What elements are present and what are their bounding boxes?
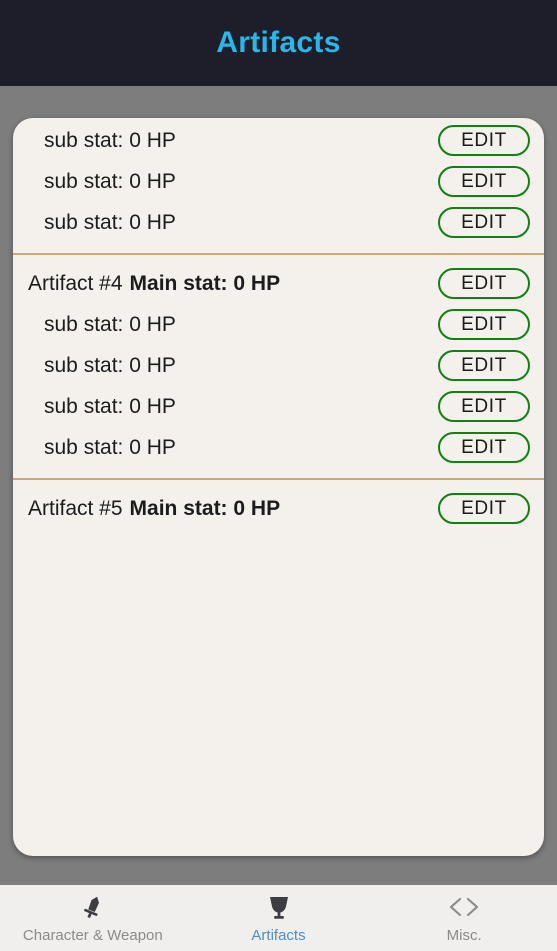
edit-button[interactable]: EDIT [438, 350, 530, 381]
artifacts-scroll-content[interactable]: Overall damage: 287 sub stat: 0 HP EDIT … [13, 118, 544, 529]
edit-button[interactable]: EDIT [438, 493, 530, 524]
code-brackets-icon [447, 893, 481, 921]
artifact-main-label: Artifact #4 Main stat: 0 HP [28, 272, 438, 296]
artifact-main-row: Artifact #5 Main stat: 0 HP EDIT [13, 488, 544, 529]
sub-stat-label: sub stat: 0 HP [44, 312, 176, 336]
edit-button[interactable]: EDIT [438, 268, 530, 299]
nav-item-artifacts[interactable]: Artifacts [186, 885, 372, 951]
sub-stat-label: sub stat: 0 HP [44, 210, 176, 234]
edit-button[interactable]: EDIT [438, 207, 530, 238]
sub-stat-label: sub stat: 0 HP [44, 435, 176, 459]
artifact-group: Artifact #3Main stat: 60% Ele/PhysDmg ED… [13, 118, 544, 243]
nav-item-character-weapon[interactable]: Character & Weapon [0, 885, 186, 951]
sub-stat-row: sub stat: 0 HP EDIT [13, 386, 544, 427]
artifact-group: Artifact #4 Main stat: 0 HP EDIT sub stat… [13, 253, 544, 468]
edit-button[interactable]: EDIT [438, 391, 530, 422]
sword-icon [79, 893, 107, 921]
nav-label: Artifacts [251, 926, 306, 944]
nav-label: Misc. [446, 926, 482, 944]
sub-stat-row: sub stat: 0 HP EDIT [13, 427, 544, 468]
sub-stat-label: sub stat: 0 HP [44, 394, 176, 418]
artifacts-card: Overall damage: 287 sub stat: 0 HP EDIT … [13, 118, 544, 856]
page-title: Artifacts [216, 26, 341, 59]
edit-button[interactable]: EDIT [438, 166, 530, 197]
group-divider [13, 253, 544, 255]
page-body: Overall damage: 287 sub stat: 0 HP EDIT … [0, 86, 557, 885]
artifact-name: Artifact #4 [28, 271, 123, 295]
sub-stat-row: sub stat: 0 HP EDIT [13, 304, 544, 345]
sub-stat-label: sub stat: 0 HP [44, 128, 176, 152]
app-root: Artifacts Overall damage: 287 sub stat: … [0, 0, 557, 951]
sub-stat-row: sub stat: 0 HP EDIT [13, 161, 544, 202]
edit-button[interactable]: EDIT [438, 309, 530, 340]
sub-stat-row: sub stat: 0 HP EDIT [13, 345, 544, 386]
edit-button[interactable]: EDIT [438, 125, 530, 156]
sub-stat-row: sub stat: 0 HP EDIT [13, 202, 544, 243]
group-divider [13, 478, 544, 480]
artifact-main-row: Artifact #4 Main stat: 0 HP EDIT [13, 263, 544, 304]
sub-stat-row: sub stat: 0 HP EDIT [13, 120, 544, 161]
artifact-main-stat: Main stat: 0 HP [129, 496, 281, 520]
artifact-name: Artifact #5 [28, 496, 123, 520]
nav-label: Character & Weapon [22, 926, 163, 944]
sub-stat-label: sub stat: 0 HP [44, 169, 176, 193]
nav-item-misc[interactable]: Misc. [371, 885, 557, 951]
bottom-navigation: Character & Weapon Artifacts Misc. [0, 885, 557, 951]
artifact-main-stat: Main stat: 0 HP [129, 271, 281, 295]
edit-button[interactable]: EDIT [438, 432, 530, 463]
artifact-main-label: Artifact #5 Main stat: 0 HP [28, 497, 438, 521]
artifact-group: Artifact #5 Main stat: 0 HP EDIT [13, 478, 544, 529]
sub-stat-label: sub stat: 0 HP [44, 353, 176, 377]
goblet-icon [266, 893, 292, 921]
app-header: Artifacts [0, 0, 557, 86]
